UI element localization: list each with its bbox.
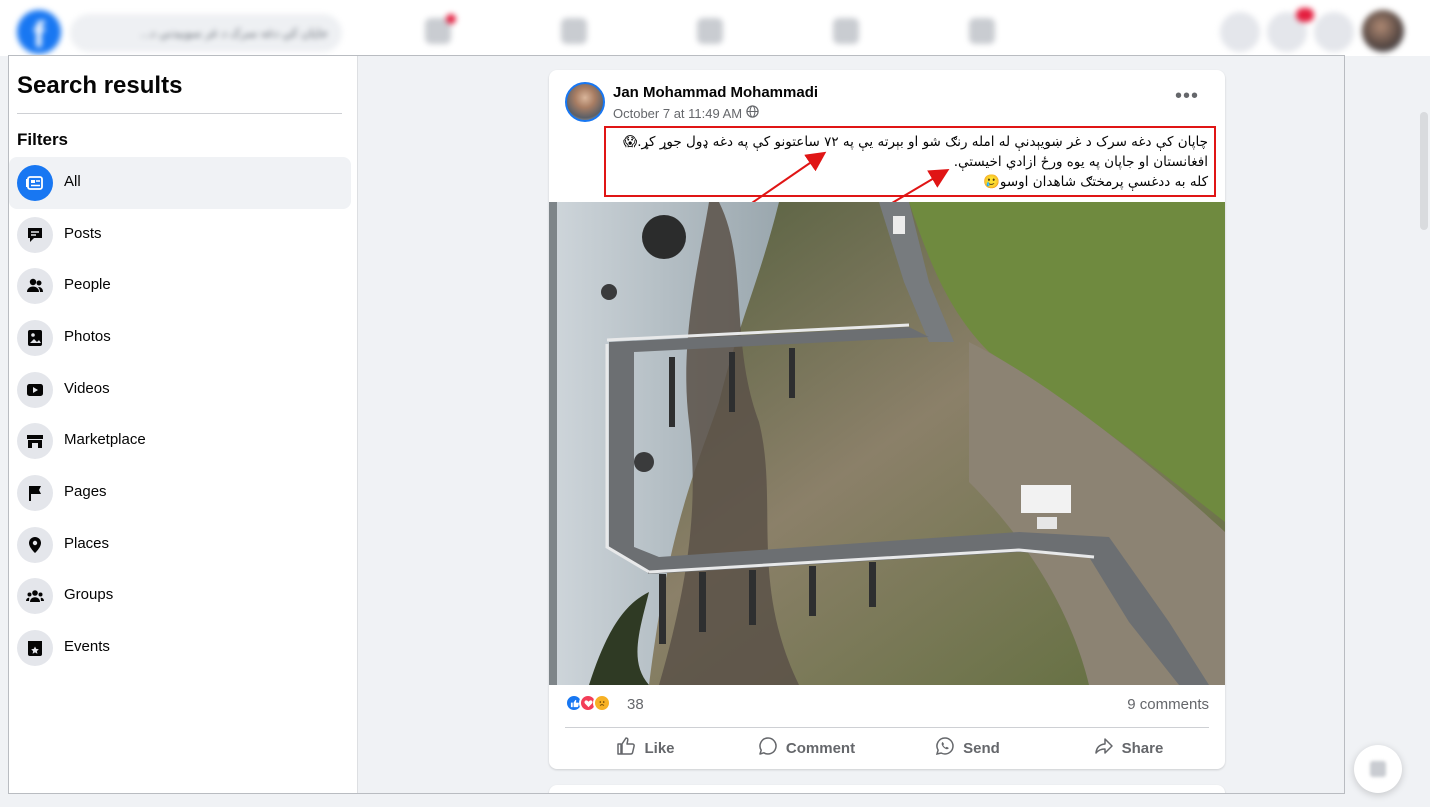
sidebar-item-pages[interactable]: Pages xyxy=(9,467,351,519)
post-actions: Like Comment Send Share xyxy=(565,730,1209,766)
sidebar-item-events[interactable]: Events xyxy=(9,622,351,674)
post-card: Jan Mohammad Mohammadi October 7 at 11:4… xyxy=(549,70,1225,769)
posts-icon xyxy=(17,217,53,253)
people-icon xyxy=(17,268,53,304)
post-text: چاپان کې دغه سرک د غر ښویېدنې له امله رن… xyxy=(604,126,1216,197)
sidebar-item-posts[interactable]: Posts xyxy=(9,209,351,261)
like-label: Like xyxy=(644,739,675,757)
watch-icon[interactable] xyxy=(561,18,587,44)
sad-reaction-icon xyxy=(593,694,611,712)
groups-nav-icon[interactable] xyxy=(833,18,859,44)
sidebar-item-places[interactable]: Places xyxy=(9,519,351,571)
sidebar-item-photos[interactable]: Photos xyxy=(9,312,351,364)
landslide-bridge-photo xyxy=(549,202,1225,685)
notification-badge xyxy=(446,14,456,24)
compose-icon xyxy=(1370,761,1386,777)
reaction-count[interactable]: 38 xyxy=(627,696,644,713)
divider xyxy=(565,727,1209,728)
facebook-logo-icon[interactable]: f xyxy=(17,10,61,55)
sidebar-item-label: Pages xyxy=(64,483,107,500)
send-button[interactable]: Send xyxy=(887,730,1048,766)
feed-icon xyxy=(17,165,53,201)
post-text-line: چاپان کې دغه سرک د غر ښویېدنې له امله رن… xyxy=(623,134,1208,150)
share-icon xyxy=(1094,736,1114,760)
sidebar-item-label: All xyxy=(64,173,81,190)
sidebar-item-label: People xyxy=(64,276,111,293)
sidebar-item-people[interactable]: People xyxy=(9,260,351,312)
author-avatar[interactable] xyxy=(565,82,605,122)
post-stats: 38 9 comments xyxy=(565,694,1209,716)
sidebar-item-label: Photos xyxy=(64,328,111,345)
new-message-button[interactable] xyxy=(1354,745,1402,793)
pin-icon xyxy=(17,527,53,563)
filters-heading: Filters xyxy=(17,130,69,149)
comment-label: Comment xyxy=(785,739,856,757)
sidebar-item-label: Groups xyxy=(64,586,114,603)
share-label: Share xyxy=(1121,739,1164,757)
page-scrollbar[interactable] xyxy=(1420,112,1428,230)
globe-icon xyxy=(746,105,759,121)
account-avatar[interactable] xyxy=(1362,10,1404,52)
sidebar-item-label: Events xyxy=(64,638,110,655)
search-filters-sidebar: Search results Filters All Posts People xyxy=(9,56,358,793)
comments-count[interactable]: 9 comments xyxy=(1127,696,1209,713)
sidebar-item-label: Places xyxy=(64,535,110,552)
comment-icon xyxy=(758,736,778,760)
send-label: Send xyxy=(963,739,1000,757)
photos-icon xyxy=(17,320,53,356)
flag-icon xyxy=(17,475,53,511)
sidebar-item-label: Marketplace xyxy=(64,431,146,448)
comment-button[interactable]: Comment xyxy=(726,730,887,766)
more-options-icon[interactable]: ••• xyxy=(1169,84,1205,114)
videos-icon xyxy=(17,372,53,408)
events-icon xyxy=(17,630,53,666)
post-author[interactable]: Jan Mohammad Mohammadi xyxy=(613,84,818,101)
share-button[interactable]: Share xyxy=(1048,730,1209,766)
like-button[interactable]: Like xyxy=(565,730,726,766)
search-results-frame: Search results Filters All Posts People xyxy=(8,55,1345,794)
groups-icon xyxy=(17,578,53,614)
post-timestamp[interactable]: October 7 at 11:49 AM xyxy=(613,106,742,121)
like-icon xyxy=(616,736,636,760)
divider xyxy=(17,113,342,114)
notifications-icon[interactable] xyxy=(1314,12,1354,52)
post-photo[interactable] xyxy=(549,202,1225,685)
top-navigation-bar: f جاپان کې دغه سرک د غر سوبیدنې د... xyxy=(0,0,1430,56)
marketplace-nav-icon[interactable] xyxy=(697,18,723,44)
post-meta: October 7 at 11:49 AM xyxy=(613,105,759,121)
post-text-line: کله به ددغسې پرمختګ شاهدان اوسو🥲 xyxy=(983,174,1208,190)
sidebar-item-videos[interactable]: Videos xyxy=(9,364,351,416)
page-title: Search results xyxy=(17,72,183,99)
sidebar-item-all[interactable]: All xyxy=(9,157,351,209)
sidebar-item-label: Posts xyxy=(64,225,102,242)
sidebar-item-groups[interactable]: Groups xyxy=(9,570,351,622)
messenger-badge xyxy=(1296,8,1314,22)
post-text-line: افغانستان او جاپان په یوه ورځ ازادي اخیس… xyxy=(953,154,1208,170)
next-post-card xyxy=(549,785,1225,793)
marketplace-icon xyxy=(17,423,53,459)
whatsapp-icon xyxy=(935,736,955,760)
sidebar-item-label: Videos xyxy=(64,380,110,397)
gaming-nav-icon[interactable] xyxy=(969,18,995,44)
menu-icon[interactable] xyxy=(1220,12,1260,52)
reaction-icons[interactable] xyxy=(565,694,611,712)
sidebar-item-marketplace[interactable]: Marketplace xyxy=(9,415,351,467)
search-input[interactable]: جاپان کې دغه سرک د غر سوبیدنې د... xyxy=(70,14,342,52)
